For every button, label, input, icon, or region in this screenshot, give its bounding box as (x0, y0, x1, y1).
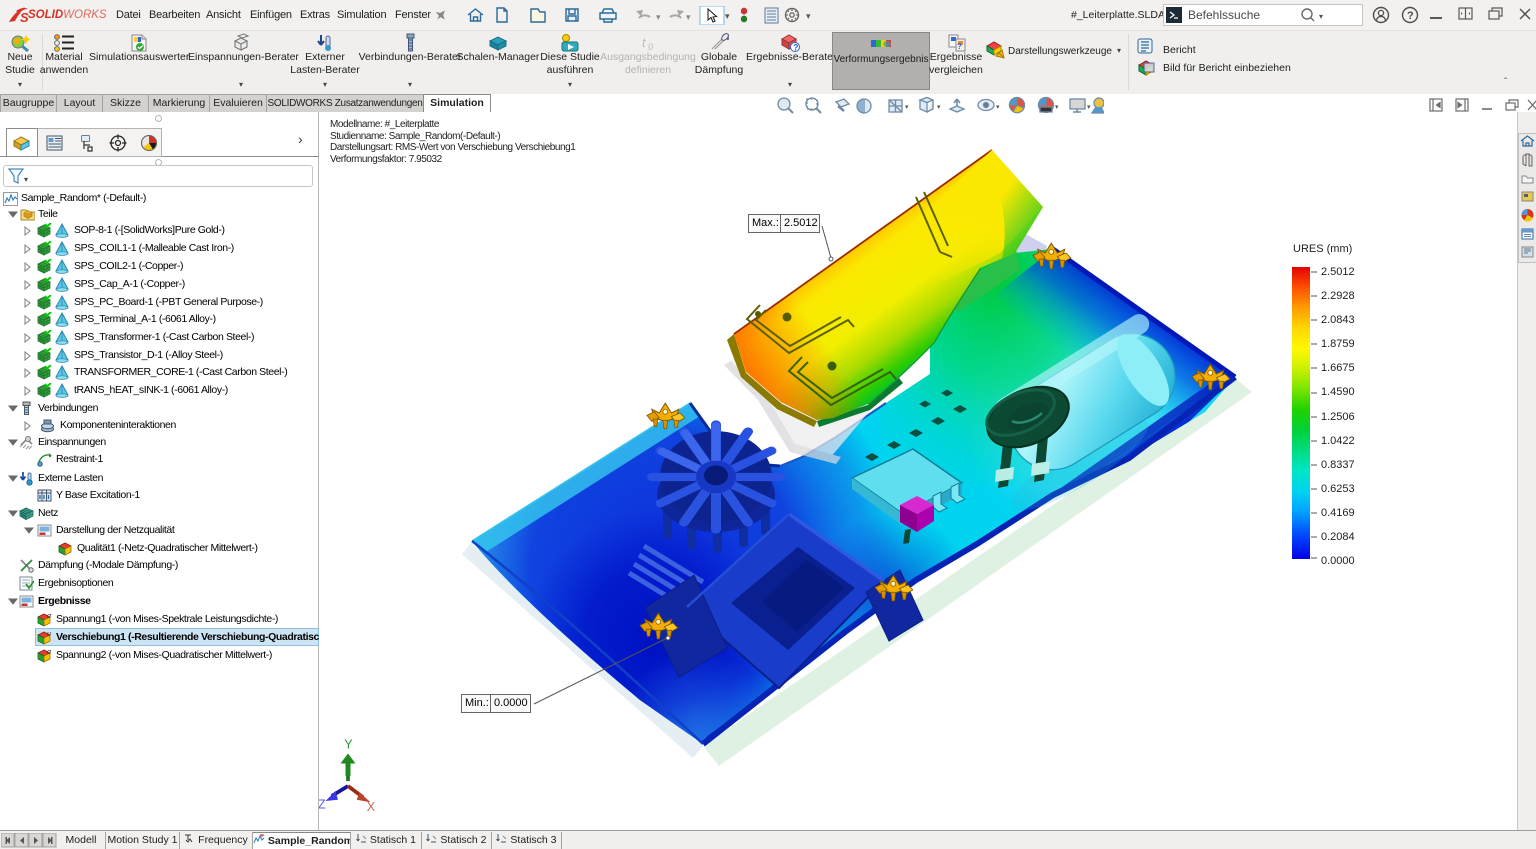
svg-text:▾: ▾ (996, 104, 1000, 111)
svg-text:▾: ▾ (806, 11, 811, 21)
svg-text:0: 0 (648, 42, 653, 52)
svg-text:?: ? (793, 43, 799, 53)
svg-text:X: X (367, 800, 376, 814)
svg-text:▾: ▾ (1055, 104, 1059, 111)
svg-text:▾: ▾ (656, 12, 661, 22)
svg-text:σ: σ (47, 649, 52, 656)
svg-text:?: ? (1407, 10, 1414, 22)
svg-text:u: u (47, 631, 51, 638)
svg-text:▾: ▾ (1319, 12, 1323, 21)
svg-text:t: t (642, 35, 647, 50)
svg-text:▾: ▾ (1087, 104, 1091, 111)
svg-text:▾: ▾ (905, 104, 909, 111)
svg-text:▾: ▾ (725, 11, 730, 21)
svg-text:▾: ▾ (24, 175, 28, 184)
svg-text:▾: ▾ (937, 104, 941, 111)
svg-text:?: ? (957, 42, 962, 51)
svg-text:Z: Z (319, 798, 326, 812)
svg-text:Y: Y (344, 738, 353, 752)
svg-text:σ: σ (47, 613, 52, 620)
svg-text:▾: ▾ (686, 12, 691, 22)
